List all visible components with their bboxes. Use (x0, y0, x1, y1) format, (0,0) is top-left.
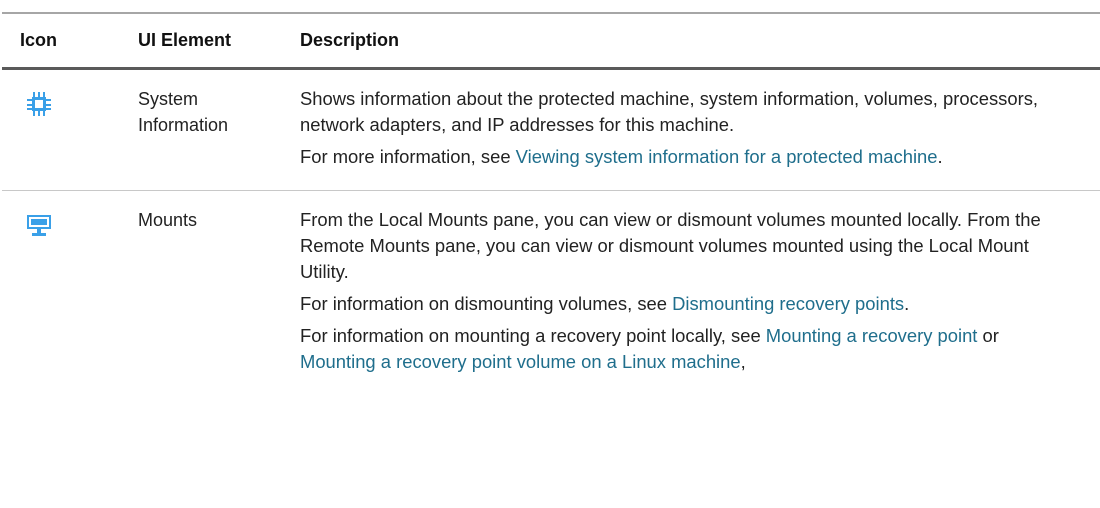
table-row: System Information Shows information abo… (2, 70, 1100, 191)
description-text: For information on mounting a recovery p… (300, 325, 766, 346)
description-text: , (740, 351, 746, 372)
description-text: . (904, 293, 910, 314)
link-mounting-linux-volume[interactable]: Mounting a recovery point volume on a Li… (300, 351, 741, 372)
description-text: or (977, 325, 999, 346)
header-description: Description (300, 30, 400, 50)
header-ui-element: UI Element (138, 30, 232, 50)
chip-icon (24, 90, 54, 118)
element-name: System Information (138, 86, 300, 170)
description-text: . (937, 146, 943, 167)
table-header-row: Icon UI Element Description (2, 14, 1100, 70)
description-paragraph: For information on dismounting volumes, … (300, 291, 1060, 317)
monitor-icon (24, 211, 54, 239)
element-description: Shows information about the protected ma… (300, 86, 1100, 170)
description-paragraph: From the Local Mounts pane, you can view… (300, 209, 1041, 282)
link-viewing-system-information[interactable]: Viewing system information for a protect… (516, 146, 938, 167)
description-text: For more information, see (300, 146, 516, 167)
description-paragraph: Shows information about the protected ma… (300, 88, 1039, 135)
element-name: Mounts (138, 210, 198, 230)
description-paragraph: For information on mounting a recovery p… (300, 323, 1060, 375)
link-dismounting-recovery-points[interactable]: Dismounting recovery points (672, 293, 904, 314)
description-text: For information on dismounting volumes, … (300, 293, 673, 314)
link-mounting-a-recovery-point[interactable]: Mounting a recovery point (766, 325, 978, 346)
ui-elements-table: Icon UI Element Description System Infor… (2, 12, 1100, 381)
description-paragraph: For more information, see Viewing system… (300, 144, 1060, 170)
table-row: Mounts From the Local Mounts pane, you c… (2, 191, 1100, 381)
icon-cell (2, 207, 138, 381)
element-name-line: Information (138, 115, 229, 135)
header-icon: Icon (20, 30, 58, 50)
element-name-line: System (138, 89, 199, 109)
element-description: From the Local Mounts pane, you can view… (300, 207, 1100, 381)
icon-cell (2, 86, 138, 170)
